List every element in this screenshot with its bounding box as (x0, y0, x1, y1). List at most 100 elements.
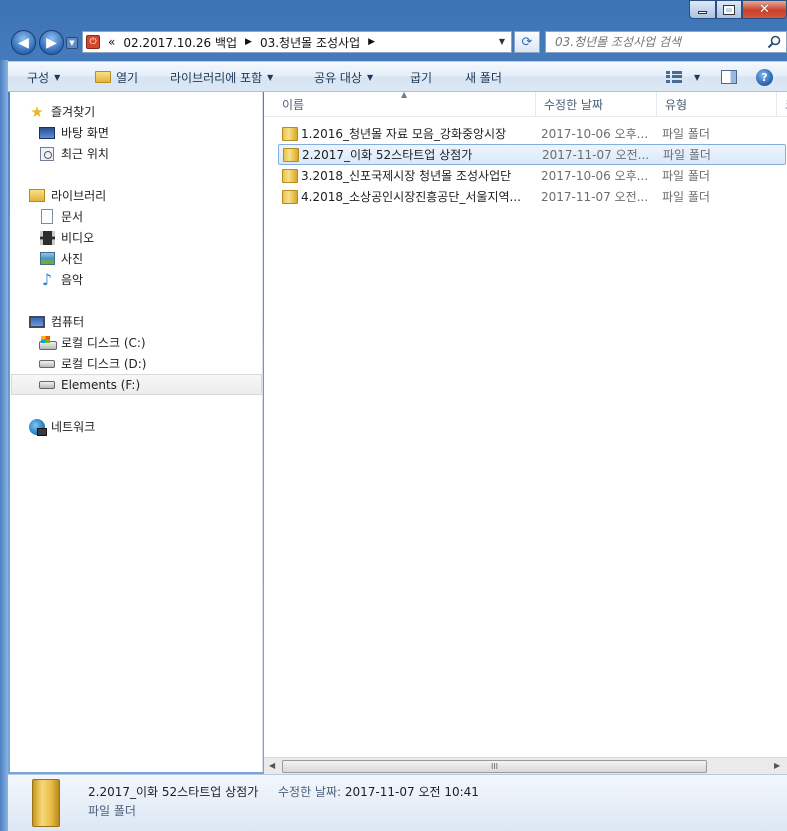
table-row[interactable]: 2.2017_이화 52스타트업 상점가 2017-11-07 오전... 파일… (278, 144, 786, 165)
recent-pages-dropdown[interactable]: ▼ (66, 37, 78, 49)
hard-drive-icon (39, 359, 55, 368)
column-header-size[interactable]: 크 (777, 92, 787, 117)
details-item-type: 파일 폴더 (88, 804, 136, 818)
forward-button[interactable]: ▶ (39, 30, 64, 55)
nav-disk-d[interactable]: 로컬 디스크 (D:) (39, 353, 290, 374)
column-type-label: 유형 (665, 98, 688, 112)
change-view-button[interactable]: ▼ (666, 62, 700, 92)
address-overflow[interactable]: « (108, 35, 115, 49)
close-icon: ✕ (759, 2, 770, 17)
drive-icon: ⏻ (86, 35, 100, 49)
caption-buttons: ✕ (689, 0, 787, 20)
scrollbar-thumb[interactable]: III (282, 760, 707, 773)
file-date: 2017-10-06 오후... (541, 127, 649, 141)
file-name: 3.2018_신포국제시장 청년몰 조성사업단 (301, 169, 512, 183)
column-headers: ▲ 이름 수정한 날짜 유형 크 (264, 92, 787, 117)
help-button[interactable]: ? (756, 62, 773, 92)
search-icon[interactable] (766, 34, 782, 50)
chevron-down-icon: ▼ (366, 72, 374, 82)
nav-documents-label: 문서 (61, 210, 84, 224)
table-row[interactable]: 3.2018_신포국제시장 청년몰 조성사업단 2017-10-06 오후...… (278, 165, 786, 186)
maximize-button[interactable] (716, 0, 742, 19)
burn-label: 굽기 (410, 70, 433, 85)
document-icon (41, 209, 53, 224)
refresh-button[interactable]: ⟳ (514, 31, 540, 53)
open-button[interactable]: 열기 (95, 62, 138, 92)
nav-libraries[interactable]: 라이브러리 (29, 185, 280, 206)
recent-places-icon (40, 146, 54, 161)
column-name-label: 이름 (282, 98, 305, 112)
column-header-date[interactable]: 수정한 날짜 (536, 92, 657, 117)
file-type: 파일 폴더 (663, 148, 711, 162)
arrow-left-icon: ◀ (18, 34, 29, 51)
file-name: 2.2017_이화 52스타트업 상점가 (302, 148, 473, 162)
library-icon (29, 189, 45, 202)
folder-icon (282, 189, 298, 204)
nav-disk-d-label: 로컬 디스크 (D:) (61, 357, 147, 371)
scroll-right-icon[interactable]: ▶ (774, 761, 780, 770)
chevron-down-icon: ▼ (267, 72, 274, 82)
column-header-name[interactable]: 이름 (274, 92, 536, 117)
organize-menu[interactable]: 구성 ▼ (27, 62, 60, 92)
star-icon: ★ (30, 102, 44, 121)
scroll-left-icon[interactable]: ◀ (269, 761, 275, 770)
file-name: 4.2018_소상공인시장진흥공단_서울지역... (301, 190, 521, 204)
chevron-down-icon: ▼ (694, 72, 701, 82)
nav-favorites-label: 즐겨찾기 (51, 105, 96, 119)
include-in-library-menu[interactable]: 라이브러리에 포함 ▼ (170, 62, 273, 92)
share-label: 공유 대상 (314, 70, 362, 85)
preview-pane-icon (721, 70, 737, 84)
search-box[interactable] (545, 31, 787, 53)
breadcrumb-segment-current[interactable]: 03.청년몰 조성사업 (260, 34, 360, 51)
address-dropdown-icon[interactable]: ▼ (499, 37, 505, 46)
nav-disk-c[interactable]: 로컬 디스크 (C:) (39, 332, 290, 353)
nav-pictures[interactable]: 사진 (39, 248, 290, 269)
nav-computer[interactable]: 컴퓨터 (29, 311, 280, 332)
nav-recent-places[interactable]: 최근 위치 (39, 143, 290, 164)
open-label: 열기 (116, 70, 139, 85)
share-with-menu[interactable]: 공유 대상 ▼ (314, 62, 373, 92)
nav-desktop[interactable]: 바탕 화면 (39, 122, 290, 143)
table-row[interactable]: 1.2016_청년몰 자료 모음_강화중앙시장 2017-10-06 오후...… (278, 123, 786, 144)
nav-pictures-label: 사진 (61, 252, 84, 266)
nav-videos-label: 비디오 (61, 231, 95, 245)
command-bar: 구성 ▼ 열기 라이브러리에 포함 ▼ 공유 대상 ▼ 굽기 새 폴더 ▼ ? (8, 61, 787, 92)
nav-disk-c-label: 로컬 디스크 (C:) (61, 336, 146, 350)
scrollbar-grip: III (490, 762, 499, 771)
chevron-down-icon: ▼ (54, 72, 61, 82)
chevron-down-icon: ▼ (69, 39, 75, 47)
column-header-type[interactable]: 유형 (657, 92, 777, 117)
network-icon (29, 418, 47, 436)
navigation-pane: ★ 즐겨찾기 바탕 화면 최근 위치 라이브러리 문서 비디오 사진 ♪ 음악 … (10, 92, 263, 772)
nav-disk-f[interactable]: Elements (F:) (11, 374, 262, 395)
nav-libraries-label: 라이브러리 (51, 189, 107, 203)
nav-network-label: 네트워크 (51, 420, 96, 434)
nav-computer-label: 컴퓨터 (51, 315, 85, 329)
address-bar[interactable]: ⏻ « 02.2017.10.26 백업 ▶ 03.청년몰 조성사업 ▶ ▼ (82, 31, 512, 53)
back-button[interactable]: ◀ (11, 30, 36, 55)
file-list: ▲ 이름 수정한 날짜 유형 크 1.2016_청년몰 자료 모음_강화중앙시장… (264, 92, 787, 757)
system-drive-icon (39, 335, 57, 350)
close-button[interactable]: ✕ (742, 0, 787, 19)
minimize-icon (698, 11, 707, 14)
nav-network[interactable]: 네트워크 (29, 416, 280, 437)
table-row[interactable]: 4.2018_소상공인시장진흥공단_서울지역... 2017-11-07 오전.… (278, 186, 786, 207)
search-input[interactable] (555, 35, 765, 49)
new-folder-button[interactable]: 새 폴더 (465, 62, 502, 92)
view-details-icon (666, 71, 682, 83)
breadcrumb-arrow-icon[interactable]: ▶ (368, 37, 375, 47)
refresh-icon: ⟳ (521, 34, 533, 50)
nav-documents[interactable]: 문서 (39, 206, 290, 227)
nav-videos[interactable]: 비디오 (39, 227, 290, 248)
nav-favorites[interactable]: ★ 즐겨찾기 (29, 101, 280, 122)
burn-button[interactable]: 굽기 (410, 62, 432, 92)
breadcrumb-segment-backup[interactable]: 02.2017.10.26 백업 (123, 34, 237, 51)
folder-large-icon (32, 779, 60, 827)
details-date-label: 수정한 날짜: (278, 785, 342, 799)
horizontal-scrollbar[interactable]: ◀ III ▶ (264, 757, 787, 774)
minimize-button[interactable] (689, 0, 716, 19)
breadcrumb-arrow-icon[interactable]: ▶ (245, 37, 252, 47)
file-type: 파일 폴더 (662, 190, 710, 204)
nav-music[interactable]: ♪ 음악 (39, 269, 290, 290)
preview-pane-button[interactable] (721, 62, 737, 92)
